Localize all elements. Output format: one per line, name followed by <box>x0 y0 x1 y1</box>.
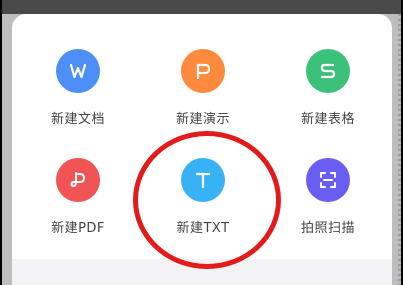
new-document-item[interactable]: 新建文档 <box>18 49 138 139</box>
scan-icon <box>306 158 350 202</box>
new-spreadsheet-label: 新建表格 <box>300 112 355 127</box>
presentation-icon <box>181 49 225 93</box>
new-file-sheet: 新建文档 新建演示 新建表格 新建PDF 新建TXT 拍照扫描 <box>12 14 392 285</box>
sheet-footer <box>12 259 392 285</box>
scan-item[interactable]: 拍照扫描 <box>268 158 388 248</box>
new-document-label: 新建文档 <box>50 112 105 127</box>
new-pdf-item[interactable]: 新建PDF <box>18 158 138 248</box>
new-txt-label: 新建TXT <box>176 221 230 236</box>
screen-frame: 新建文档 新建演示 新建表格 新建PDF 新建TXT 拍照扫描 <box>2 0 401 285</box>
scan-label: 拍照扫描 <box>300 221 355 236</box>
word-icon <box>56 49 100 93</box>
new-spreadsheet-item[interactable]: 新建表格 <box>268 49 388 139</box>
pdf-icon <box>56 158 100 202</box>
right-edge-border <box>398 14 401 285</box>
new-presentation-item[interactable]: 新建演示 <box>143 49 263 139</box>
dimmed-background <box>2 0 401 14</box>
new-txt-item[interactable]: 新建TXT <box>143 158 263 248</box>
new-presentation-label: 新建演示 <box>175 112 230 127</box>
new-pdf-label: 新建PDF <box>51 221 105 236</box>
txt-icon <box>181 158 225 202</box>
spreadsheet-icon <box>306 49 350 93</box>
